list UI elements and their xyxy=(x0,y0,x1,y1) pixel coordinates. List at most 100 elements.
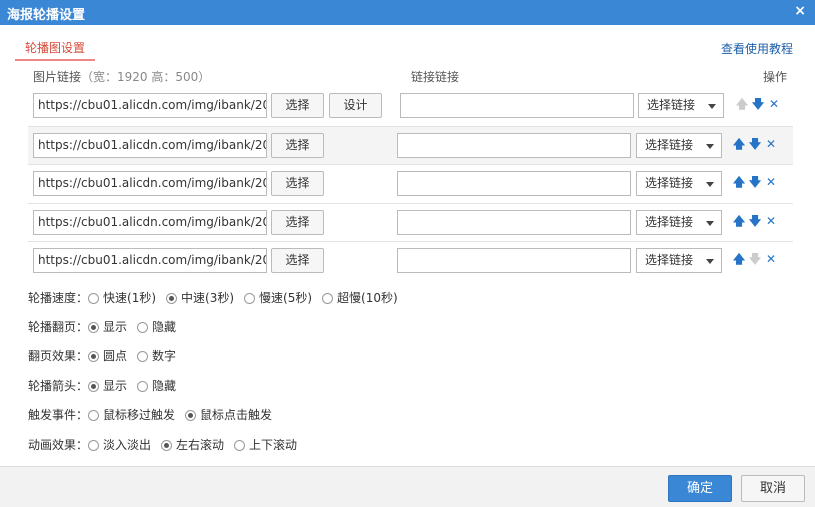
delete-icon[interactable]: ✕ xyxy=(763,252,779,266)
select-image-button[interactable]: 选择 xyxy=(271,210,324,235)
radio-option-label: 左右滚动 xyxy=(176,438,225,452)
option-label: 轮播翻页： xyxy=(28,320,89,334)
radio-option[interactable]: 上下滚动 xyxy=(234,436,297,453)
header-ops: 操作 xyxy=(763,70,788,84)
tab-carousel-settings[interactable]: 轮播图设置 xyxy=(25,39,85,56)
close-icon[interactable]: × xyxy=(794,3,806,19)
radio-option-label: 超慢(10秒) xyxy=(337,291,398,305)
option-label: 翻页效果： xyxy=(28,349,89,363)
radio-checked-icon[interactable] xyxy=(88,322,100,333)
chevron-down-icon xyxy=(706,221,714,226)
radio-option[interactable]: 显示 xyxy=(88,318,127,335)
option-label: 触发事件： xyxy=(28,408,89,422)
link-input[interactable] xyxy=(400,93,634,118)
move-up-icon[interactable]: 🡅 xyxy=(731,214,747,228)
link-input[interactable] xyxy=(397,210,631,235)
radio-option-label: 圆点 xyxy=(103,349,128,363)
chevron-down-icon xyxy=(706,182,714,187)
radio-option[interactable]: 淡入淡出 xyxy=(88,436,151,453)
radio-unchecked-icon[interactable] xyxy=(137,381,149,392)
radio-option[interactable]: 圆点 xyxy=(88,347,127,364)
delete-icon[interactable]: ✕ xyxy=(766,97,782,111)
radio-unchecked-icon[interactable] xyxy=(234,440,246,451)
table-row: https://cbu01.alicdn.com/img/ibank/20 选择… xyxy=(28,203,793,241)
radio-option[interactable]: 慢速(5秒) xyxy=(244,289,312,306)
move-down-icon[interactable]: 🡇 xyxy=(747,214,763,228)
dialog-titlebar: 海报轮播设置 × xyxy=(0,0,815,25)
delete-icon[interactable]: ✕ xyxy=(763,175,779,189)
select-image-button[interactable]: 选择 xyxy=(271,248,324,273)
delete-icon[interactable]: ✕ xyxy=(763,214,779,228)
link-select-dropdown[interactable]: 选择链接 xyxy=(636,133,722,158)
cancel-button[interactable]: 取消 xyxy=(741,475,805,502)
radio-unchecked-icon[interactable] xyxy=(137,322,149,333)
radio-option[interactable]: 隐藏 xyxy=(137,377,176,394)
select-image-button[interactable]: 选择 xyxy=(271,93,324,118)
radio-option[interactable]: 超慢(10秒) xyxy=(322,289,398,306)
move-down-icon[interactable]: 🡇 xyxy=(750,97,766,111)
link-input[interactable] xyxy=(397,133,631,158)
radio-checked-icon[interactable] xyxy=(185,410,197,421)
link-select-dropdown[interactable]: 选择链接 xyxy=(638,93,724,118)
move-up-icon[interactable]: 🡅 xyxy=(731,137,747,151)
radio-option-label: 淡入淡出 xyxy=(103,438,152,452)
row-ops: 🡅 🡇 ✕ xyxy=(731,137,779,151)
radio-unchecked-icon[interactable] xyxy=(137,351,149,362)
move-up-icon[interactable]: 🡅 xyxy=(731,252,747,266)
image-url-input[interactable]: https://cbu01.alicdn.com/img/ibank/20 xyxy=(33,93,267,118)
radio-option-label: 数字 xyxy=(152,349,177,363)
radio-checked-icon[interactable] xyxy=(166,293,178,304)
image-url-input[interactable]: https://cbu01.alicdn.com/img/ibank/20 xyxy=(33,210,267,235)
radio-checked-icon[interactable] xyxy=(88,381,100,392)
radio-option[interactable]: 显示 xyxy=(88,377,127,394)
radio-option[interactable]: 鼠标移过触发 xyxy=(88,406,175,423)
radio-unchecked-icon[interactable] xyxy=(322,293,334,304)
header-image-link: 图片链接（宽：1920 高：500） xyxy=(33,68,210,85)
move-down-icon: 🡇 xyxy=(748,252,762,266)
radio-option-label: 显示 xyxy=(103,379,128,393)
link-input[interactable] xyxy=(397,171,631,196)
image-url-input[interactable]: https://cbu01.alicdn.com/img/ibank/20 xyxy=(33,133,267,158)
move-down-icon[interactable]: 🡇 xyxy=(747,137,763,151)
radio-checked-icon[interactable] xyxy=(88,351,100,362)
move-down-icon[interactable]: 🡇 xyxy=(747,175,763,189)
radio-option-label: 快速(1秒) xyxy=(103,291,157,305)
option-paging: 轮播翻页： 显示 隐藏 xyxy=(28,318,186,334)
table-row: https://cbu01.alicdn.com/img/ibank/20 选择… xyxy=(28,87,793,125)
image-url-input[interactable]: https://cbu01.alicdn.com/img/ibank/20 xyxy=(33,248,267,273)
radio-checked-icon[interactable] xyxy=(161,440,173,451)
chevron-down-icon xyxy=(708,104,716,109)
move-up-icon[interactable]: 🡅 xyxy=(731,175,747,189)
link-input[interactable] xyxy=(397,248,631,273)
link-select-dropdown[interactable]: 选择链接 xyxy=(636,248,722,273)
select-image-button[interactable]: 选择 xyxy=(271,171,324,196)
radio-option[interactable]: 快速(1秒) xyxy=(88,289,156,306)
radio-unchecked-icon[interactable] xyxy=(88,440,100,451)
radio-option[interactable]: 隐藏 xyxy=(137,318,176,335)
radio-option-label: 慢速(5秒) xyxy=(259,291,313,305)
link-select-label: 选择链接 xyxy=(645,176,694,190)
radio-option[interactable]: 数字 xyxy=(137,347,176,364)
radio-option[interactable]: 中速(3秒) xyxy=(166,289,234,306)
radio-option[interactable]: 鼠标点击触发 xyxy=(185,406,272,423)
help-tutorial-link[interactable]: 查看使用教程 xyxy=(721,40,793,57)
radio-option[interactable]: 左右滚动 xyxy=(161,436,224,453)
link-select-dropdown[interactable]: 选择链接 xyxy=(636,210,722,235)
link-select-label: 选择链接 xyxy=(645,138,694,152)
option-trigger: 触发事件： 鼠标移过触发 鼠标点击触发 xyxy=(28,406,282,422)
header-link: 链接链接 xyxy=(411,70,460,84)
chevron-down-icon xyxy=(706,144,714,149)
delete-icon[interactable]: ✕ xyxy=(763,137,779,151)
radio-unchecked-icon[interactable] xyxy=(88,410,100,421)
select-image-button[interactable]: 选择 xyxy=(271,133,324,158)
dialog-footer: 确定 取消 xyxy=(0,466,815,507)
confirm-button[interactable]: 确定 xyxy=(668,475,732,502)
radio-unchecked-icon[interactable] xyxy=(88,293,100,304)
image-url-input[interactable]: https://cbu01.alicdn.com/img/ibank/20 xyxy=(33,171,267,196)
design-button[interactable]: 设计 xyxy=(329,93,382,118)
radio-option-label: 隐藏 xyxy=(152,320,177,334)
header-image-link-label: 图片链接 xyxy=(33,70,82,84)
option-arrows: 轮播箭头： 显示 隐藏 xyxy=(28,377,186,393)
link-select-dropdown[interactable]: 选择链接 xyxy=(636,171,722,196)
radio-unchecked-icon[interactable] xyxy=(244,293,256,304)
